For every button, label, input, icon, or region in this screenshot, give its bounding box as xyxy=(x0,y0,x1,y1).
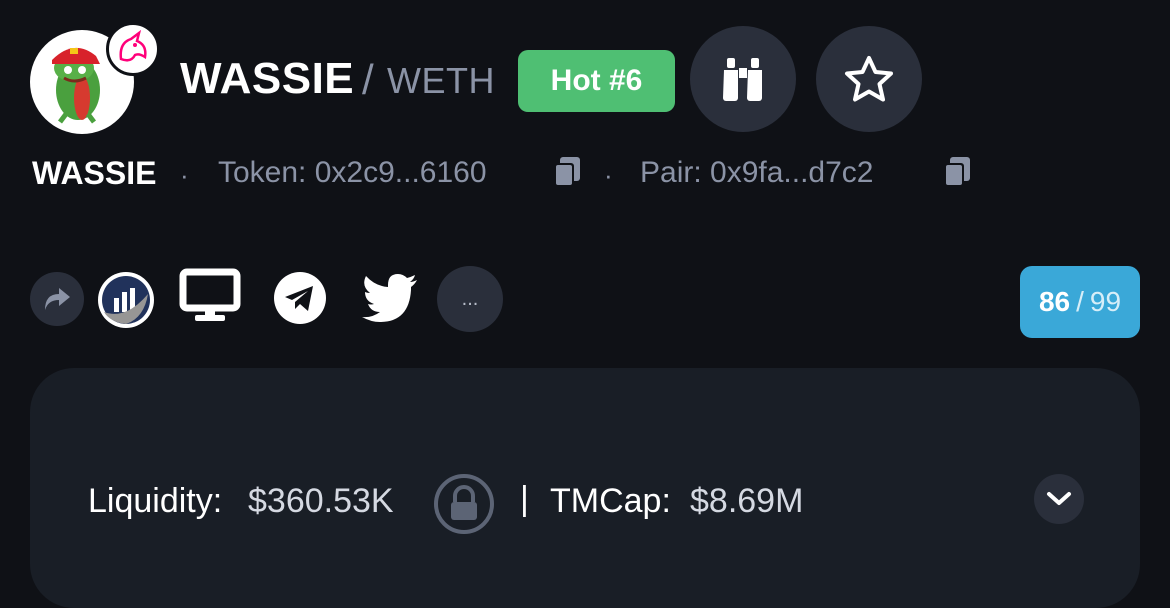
liquidity-lock-button[interactable] xyxy=(432,472,496,541)
binoculars-icon xyxy=(723,58,762,101)
copy-icon xyxy=(944,157,970,187)
token-name: WASSIE xyxy=(32,155,157,191)
metrics-divider: | xyxy=(520,480,529,518)
score-value: 86 xyxy=(1038,286,1071,317)
pair-address: Pair: 0x9fa...d7c2 xyxy=(640,156,874,189)
tmcap-value: $8.69M xyxy=(690,482,804,520)
copy-icon xyxy=(554,157,580,187)
website-link[interactable] xyxy=(176,266,244,326)
tmcap-label: TMCap: xyxy=(550,482,671,520)
favorite-button[interactable] xyxy=(816,26,922,132)
hot-badge[interactable]: Hot #6 xyxy=(518,50,675,112)
etherscan-icon xyxy=(102,276,150,324)
pair-separator: / xyxy=(362,56,374,103)
liquidity-label: Liquidity: xyxy=(88,482,223,520)
etherscan-link[interactable] xyxy=(98,272,154,328)
token-address: Token: 0x2c9...6160 xyxy=(218,156,487,189)
dex-badge xyxy=(106,22,160,76)
monitor-icon xyxy=(179,268,241,321)
quote-symbol: WETH xyxy=(387,60,495,101)
more-links-button[interactable]: ... xyxy=(437,266,503,332)
share-button[interactable] xyxy=(30,272,84,326)
base-symbol: WASSIE xyxy=(180,54,355,103)
separator-dot: · xyxy=(604,160,613,190)
watch-button[interactable] xyxy=(690,26,796,132)
telegram-icon xyxy=(274,272,326,324)
lock-icon xyxy=(434,474,494,534)
liquidity-value: $360.53K xyxy=(248,482,394,520)
copy-pair-button[interactable] xyxy=(940,154,976,195)
separator-dot: · xyxy=(180,160,189,190)
star-icon xyxy=(845,56,893,102)
audit-score-badge[interactable]: 86 / 99 xyxy=(1020,266,1140,338)
unicorn-icon xyxy=(119,29,147,62)
twitter-icon xyxy=(362,274,417,322)
expand-metrics-button[interactable] xyxy=(1034,474,1084,524)
chevron-down-icon xyxy=(1047,492,1071,505)
twitter-link[interactable] xyxy=(360,272,420,324)
telegram-link[interactable] xyxy=(272,270,328,326)
score-separator: / xyxy=(1076,286,1084,317)
score-total: 99 xyxy=(1089,286,1122,317)
share-icon xyxy=(45,288,70,310)
copy-token-button[interactable] xyxy=(550,154,586,195)
